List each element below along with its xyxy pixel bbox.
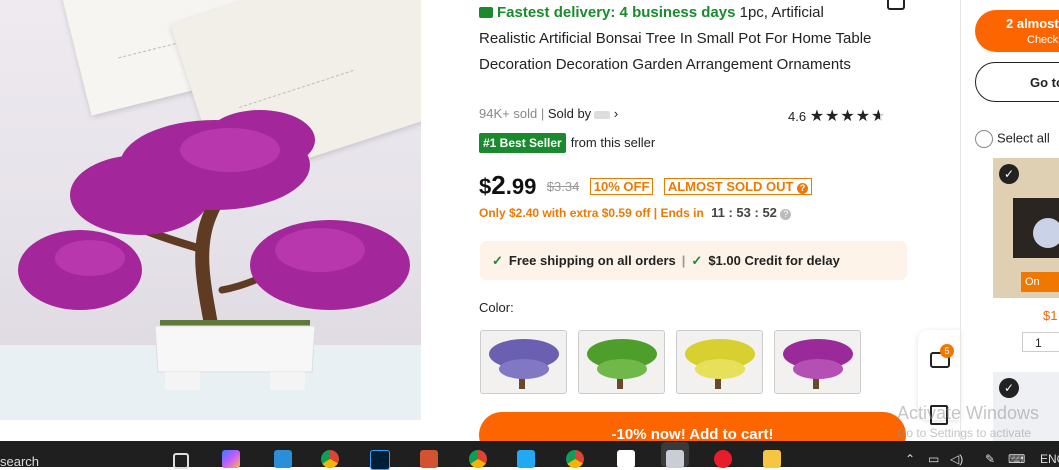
shipping-banner[interactable]: ✓ Free shipping on all orders | ✓ $1.00 Cred… [480, 241, 907, 280]
price-row: $2.99 $3.34 10% OFF ALMOST SOLD OUT ? [479, 170, 813, 204]
chrome-icon[interactable] [321, 450, 339, 468]
activation-watermark: Activate Windows Go to Settings to activ… [897, 403, 1039, 440]
chrome-icon[interactable] [469, 450, 487, 468]
checkout-button[interactable]: 2 almost Check [975, 10, 1059, 52]
fastest-delivery: Fastest delivery: 4 business days [479, 4, 735, 21]
original-price: $3.34 [546, 179, 580, 194]
cart-item-price: $1 [1043, 308, 1058, 323]
color-swatch-1[interactable] [480, 330, 567, 394]
ends-in-label: Ends in [660, 206, 704, 220]
rating-summary[interactable]: 4.6 ★★★★★ ★ [788, 106, 886, 126]
files-icon[interactable] [274, 450, 292, 468]
sold-count: 94K+ sold [479, 106, 538, 121]
color-swatch-4[interactable] [774, 330, 861, 394]
check-icon: ✓ [492, 253, 503, 268]
help-icon[interactable]: ? [780, 209, 792, 220]
best-seller-badge: #1 Best Seller [479, 133, 566, 153]
keyboard-icon[interactable]: ⌨ [1008, 452, 1025, 466]
language-indicator[interactable]: ENG [1040, 452, 1059, 466]
radio-icon[interactable] [975, 130, 993, 148]
sold-by-link[interactable]: Sold by › [548, 106, 618, 121]
volume-icon[interactable]: ◁) [950, 452, 963, 466]
office-icon[interactable] [420, 450, 438, 468]
copilot-icon[interactable] [222, 450, 240, 468]
photoshop-icon[interactable] [370, 450, 390, 470]
almost-sold-out-tag[interactable]: ALMOST SOLD OUT ? [663, 178, 813, 195]
app-icon[interactable] [666, 450, 684, 468]
share-icon[interactable] [887, 0, 905, 10]
opera-icon[interactable] [714, 450, 732, 468]
tray-chevron-icon[interactable]: ⌃ [905, 452, 915, 466]
sold-by-label: Sold by [547, 106, 592, 121]
checkout-line2: Check [1027, 34, 1059, 46]
best-seller-row: #1 Best Seller from this seller [479, 133, 655, 153]
chevron-right-icon: › [613, 106, 619, 121]
select-all-label: Select all [997, 130, 1050, 146]
item-check-icon[interactable]: ✓ [999, 164, 1019, 184]
network-icon[interactable]: ▭ [928, 452, 939, 466]
watermark-line2: Go to Settings to activate [897, 426, 1032, 440]
promo-line: Only $2.40 with extra $0.59 off | Ends i… [479, 205, 792, 220]
store-logo [594, 110, 611, 119]
item-check-icon[interactable]: ✓ [999, 378, 1019, 398]
free-shipping-text: Free shipping on all orders [508, 253, 676, 268]
credit-delay-text: $1.00 Credit for delay [708, 253, 840, 268]
color-swatch-3[interactable] [676, 330, 763, 394]
quantity-input[interactable]: 1 [1022, 332, 1059, 352]
color-label: Color: [479, 300, 514, 315]
color-swatch-2[interactable] [578, 330, 665, 394]
promo-text: Only $2.40 with extra $0.59 off [479, 206, 651, 220]
chrome-icon[interactable] [566, 450, 584, 468]
pen-icon[interactable]: ✎ [985, 452, 995, 466]
vscode-icon[interactable] [517, 450, 535, 468]
discount-tag: 10% OFF [589, 178, 654, 195]
rating-value: 4.6 [788, 109, 807, 124]
check-icon: ✓ [691, 253, 703, 268]
product-title[interactable]: Fastest delivery: 4 business days 1pc, A… [479, 0, 879, 78]
truck-icon [479, 7, 493, 18]
watermark-line1: Activate Windows [897, 403, 1040, 423]
panel-divider [960, 0, 961, 440]
current-price: $2.99 [479, 170, 537, 200]
chat-badge: 5 [940, 344, 954, 358]
countdown-timer: 11 : 53 : 52 [711, 205, 777, 220]
star-rating: ★★★★★ ★ [809, 108, 887, 125]
info-icon: ? [797, 183, 809, 194]
item-badge: On [1021, 272, 1059, 292]
explorer-icon[interactable] [763, 450, 781, 468]
bonsai-illustration [0, 110, 421, 420]
capcut-icon[interactable] [617, 450, 635, 468]
cart-item[interactable]: ✓ On [993, 158, 1059, 298]
select-all[interactable]: Select all [975, 130, 1050, 148]
checkout-line1: 2 almost [1006, 16, 1059, 31]
product-image[interactable] [0, 0, 421, 420]
best-seller-suffix: from this seller [570, 135, 656, 150]
go-to-cart-button[interactable]: Go to [975, 62, 1059, 102]
taskbar: search ⌃ ▭ ◁) ✎ ⌨ ENG [0, 441, 1059, 470]
sold-row: 94K+ sold | Sold by › [479, 106, 619, 121]
